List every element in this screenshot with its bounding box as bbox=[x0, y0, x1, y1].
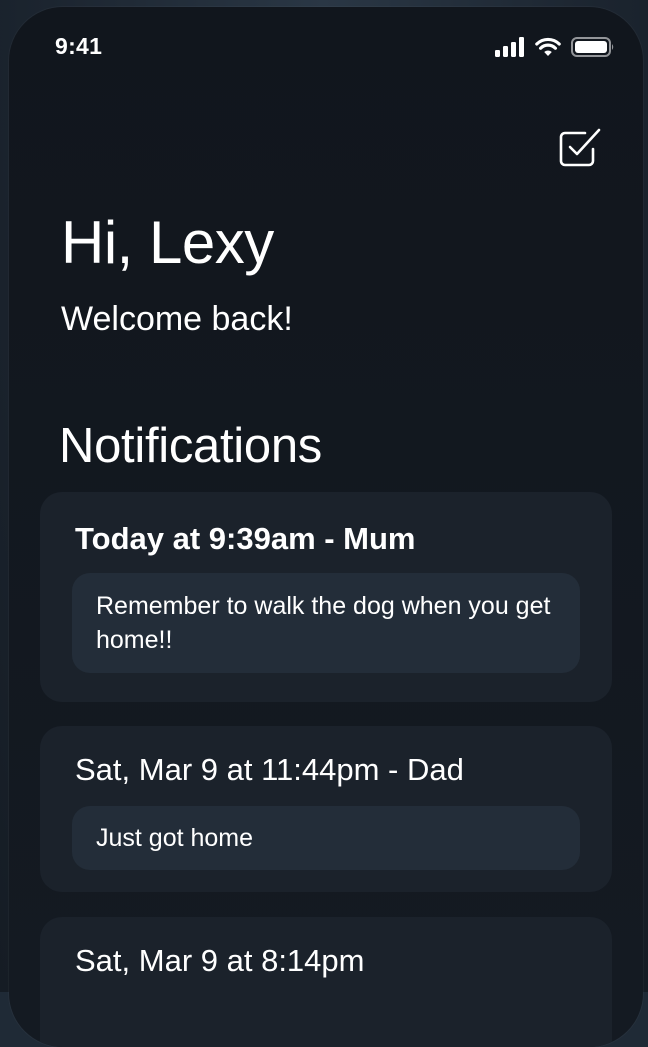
signal-icon bbox=[495, 37, 525, 62]
notification-card[interactable]: Today at 9:39am - Mum Remember to walk t… bbox=[40, 492, 612, 702]
compose-button[interactable] bbox=[553, 125, 605, 177]
notification-card[interactable]: Sat, Mar 9 at 8:14pm bbox=[40, 917, 612, 1047]
notification-header: Today at 9:39am - Mum bbox=[75, 521, 416, 556]
notification-card[interactable]: Sat, Mar 9 at 11:44pm - Dad Just got hom… bbox=[40, 726, 612, 892]
greeting-heading: Hi, Lexy bbox=[61, 209, 274, 276]
checkbox-edit-icon bbox=[555, 125, 603, 178]
status-bar: 9:41 bbox=[9, 7, 643, 89]
notifications-title: Notifications bbox=[59, 419, 322, 473]
battery-icon bbox=[571, 37, 615, 62]
phone-screen: 9:41 Hi, Lexy Welcome back! Notification… bbox=[9, 7, 643, 1047]
welcome-text: Welcome back! bbox=[61, 300, 293, 338]
notification-message: Just got home bbox=[72, 806, 580, 870]
notification-header: Sat, Mar 9 at 8:14pm bbox=[75, 943, 365, 978]
notification-header: Sat, Mar 9 at 11:44pm - Dad bbox=[75, 752, 464, 787]
status-icons bbox=[495, 37, 615, 62]
wifi-icon bbox=[535, 37, 561, 62]
notification-message: Remember to walk the dog when you get ho… bbox=[72, 573, 580, 673]
status-time: 9:41 bbox=[55, 33, 103, 59]
